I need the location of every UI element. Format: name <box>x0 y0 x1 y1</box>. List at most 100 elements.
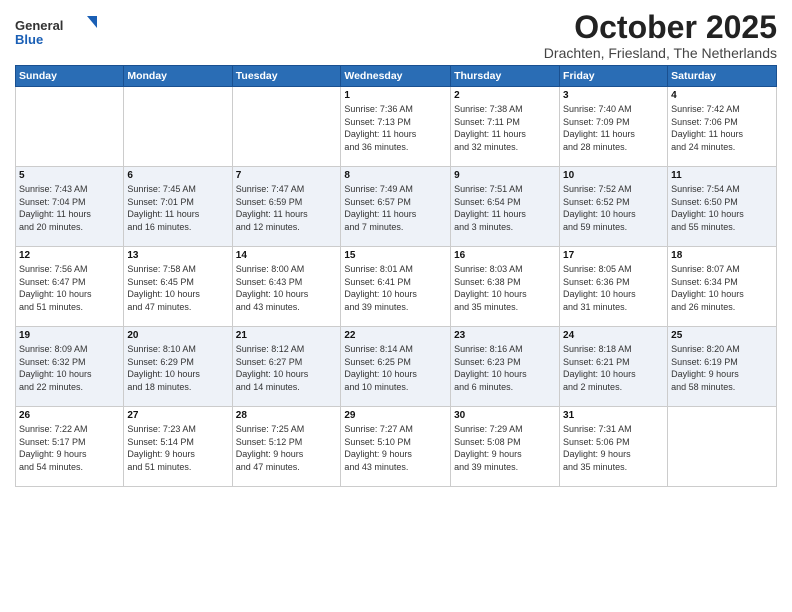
table-row: 20 Sunrise: 8:10 AM Sunset: 6:29 PM Dayli… <box>124 327 232 407</box>
day-number: 17 <box>563 250 664 261</box>
col-thursday: Thursday <box>451 66 560 87</box>
table-row: 11Sunrise: 7:54 AM Sunset: 6:50 PM Dayli… <box>668 167 777 247</box>
day-number: 16 <box>454 250 556 261</box>
col-friday: Friday <box>560 66 668 87</box>
table-row: 6Sunrise: 7:45 AM Sunset: 7:01 PM Daylig… <box>124 167 232 247</box>
day-info: Sunrise: 7:47 AM Sunset: 6:59 PM Dayligh… <box>236 183 338 233</box>
day-info: Sunrise: 7:51 AM Sunset: 6:54 PM Dayligh… <box>454 183 556 233</box>
table-row: 26Sunrise: 7:22 AM Sunset: 5:17 PM Dayli… <box>16 407 124 487</box>
day-info: Sunrise: 8:16 AM Sunset: 6:23 PM Dayligh… <box>454 343 556 393</box>
day-number: 31 <box>563 410 664 421</box>
table-row: 23 Sunrise: 8:16 AM Sunset: 6:23 PM Dayli… <box>451 327 560 407</box>
table-row: 15Sunrise: 8:01 AM Sunset: 6:41 PM Dayli… <box>341 247 451 327</box>
day-number: 10 <box>563 170 664 181</box>
day-info: Sunrise: 7:31 AM Sunset: 5:06 PM Dayligh… <box>563 423 664 473</box>
day-info: Sunrise: 7:45 AM Sunset: 7:01 PM Dayligh… <box>127 183 228 233</box>
day-number: 27 <box>127 410 228 421</box>
table-row <box>16 87 124 167</box>
month-title: October 2025 <box>544 10 777 45</box>
day-info: Sunrise: 7:38 AM Sunset: 7:11 PM Dayligh… <box>454 103 556 153</box>
day-number: 19 <box>19 330 120 341</box>
day-number: 23 <box>454 330 556 341</box>
table-row: 13 Sunrise: 7:58 AM Sunset: 6:45 PM Dayli… <box>124 247 232 327</box>
day-number: 26 <box>19 410 120 421</box>
table-row: 7 Sunrise: 7:47 AM Sunset: 6:59 PM Daylig… <box>232 167 341 247</box>
logo: General Blue <box>15 14 105 50</box>
table-row: 4Sunrise: 7:42 AM Sunset: 7:06 PM Daylig… <box>668 87 777 167</box>
day-info: Sunrise: 7:27 AM Sunset: 5:10 PM Dayligh… <box>344 423 447 473</box>
day-number: 18 <box>671 250 773 261</box>
day-number: 30 <box>454 410 556 421</box>
day-number: 21 <box>236 330 338 341</box>
table-row: 5 Sunrise: 7:43 AM Sunset: 7:04 PM Daylig… <box>16 167 124 247</box>
day-info: Sunrise: 8:14 AM Sunset: 6:25 PM Dayligh… <box>344 343 447 393</box>
table-row: 28Sunrise: 7:25 AM Sunset: 5:12 PM Dayli… <box>232 407 341 487</box>
calendar-week-row: 26Sunrise: 7:22 AM Sunset: 5:17 PM Dayli… <box>16 407 777 487</box>
day-number: 9 <box>454 170 556 181</box>
logo-svg: General Blue <box>15 14 105 50</box>
calendar-week-row: 5 Sunrise: 7:43 AM Sunset: 7:04 PM Daylig… <box>16 167 777 247</box>
day-info: Sunrise: 8:00 AM Sunset: 6:43 PM Dayligh… <box>236 263 338 313</box>
calendar-header-row: Sunday Monday Tuesday Wednesday Thursday… <box>16 66 777 87</box>
day-number: 22 <box>344 330 447 341</box>
table-row: 31 Sunrise: 7:31 AM Sunset: 5:06 PM Dayli… <box>560 407 668 487</box>
location: Drachten, Friesland, The Netherlands <box>544 45 777 61</box>
day-info: Sunrise: 7:23 AM Sunset: 5:14 PM Dayligh… <box>127 423 228 473</box>
day-info: Sunrise: 7:52 AM Sunset: 6:52 PM Dayligh… <box>563 183 664 233</box>
table-row <box>232 87 341 167</box>
day-info: Sunrise: 8:18 AM Sunset: 6:21 PM Dayligh… <box>563 343 664 393</box>
day-number: 12 <box>19 250 120 261</box>
day-number: 2 <box>454 90 556 101</box>
table-row: 24 Sunrise: 8:18 AM Sunset: 6:21 PM Dayli… <box>560 327 668 407</box>
day-number: 25 <box>671 330 773 341</box>
table-row: 22 Sunrise: 8:14 AM Sunset: 6:25 PM Dayli… <box>341 327 451 407</box>
table-row: 17 Sunrise: 8:05 AM Sunset: 6:36 PM Dayli… <box>560 247 668 327</box>
table-row: 3 Sunrise: 7:40 AM Sunset: 7:09 PM Daylig… <box>560 87 668 167</box>
day-info: Sunrise: 8:03 AM Sunset: 6:38 PM Dayligh… <box>454 263 556 313</box>
day-info: Sunrise: 7:42 AM Sunset: 7:06 PM Dayligh… <box>671 103 773 153</box>
svg-text:General: General <box>15 18 63 33</box>
day-info: Sunrise: 7:49 AM Sunset: 6:57 PM Dayligh… <box>344 183 447 233</box>
day-number: 11 <box>671 170 773 181</box>
day-info: Sunrise: 7:36 AM Sunset: 7:13 PM Dayligh… <box>344 103 447 153</box>
day-info: Sunrise: 8:12 AM Sunset: 6:27 PM Dayligh… <box>236 343 338 393</box>
day-info: Sunrise: 8:09 AM Sunset: 6:32 PM Dayligh… <box>19 343 120 393</box>
day-number: 8 <box>344 170 447 181</box>
day-number: 29 <box>344 410 447 421</box>
day-number: 14 <box>236 250 338 261</box>
day-info: Sunrise: 8:10 AM Sunset: 6:29 PM Dayligh… <box>127 343 228 393</box>
table-row: 29 Sunrise: 7:27 AM Sunset: 5:10 PM Dayli… <box>341 407 451 487</box>
table-row: 12 Sunrise: 7:56 AM Sunset: 6:47 PM Dayli… <box>16 247 124 327</box>
table-row: 9 Sunrise: 7:51 AM Sunset: 6:54 PM Daylig… <box>451 167 560 247</box>
table-row <box>124 87 232 167</box>
table-row: 14 Sunrise: 8:00 AM Sunset: 6:43 PM Dayli… <box>232 247 341 327</box>
day-number: 3 <box>563 90 664 101</box>
calendar-table: Sunday Monday Tuesday Wednesday Thursday… <box>15 65 777 487</box>
col-tuesday: Tuesday <box>232 66 341 87</box>
table-row <box>668 407 777 487</box>
day-info: Sunrise: 7:43 AM Sunset: 7:04 PM Dayligh… <box>19 183 120 233</box>
col-saturday: Saturday <box>668 66 777 87</box>
title-block: October 2025 Drachten, Friesland, The Ne… <box>544 10 777 61</box>
day-number: 13 <box>127 250 228 261</box>
day-info: Sunrise: 8:01 AM Sunset: 6:41 PM Dayligh… <box>344 263 447 313</box>
day-number: 5 <box>19 170 120 181</box>
day-info: Sunrise: 7:29 AM Sunset: 5:08 PM Dayligh… <box>454 423 556 473</box>
table-row: 18Sunrise: 8:07 AM Sunset: 6:34 PM Dayli… <box>668 247 777 327</box>
day-number: 1 <box>344 90 447 101</box>
day-info: Sunrise: 7:56 AM Sunset: 6:47 PM Dayligh… <box>19 263 120 313</box>
day-number: 20 <box>127 330 228 341</box>
table-row: 21 Sunrise: 8:12 AM Sunset: 6:27 PM Dayli… <box>232 327 341 407</box>
day-info: Sunrise: 8:05 AM Sunset: 6:36 PM Dayligh… <box>563 263 664 313</box>
col-monday: Monday <box>124 66 232 87</box>
day-info: Sunrise: 8:20 AM Sunset: 6:19 PM Dayligh… <box>671 343 773 393</box>
calendar-week-row: 1 Sunrise: 7:36 AM Sunset: 7:13 PM Daylig… <box>16 87 777 167</box>
day-info: Sunrise: 7:40 AM Sunset: 7:09 PM Dayligh… <box>563 103 664 153</box>
svg-text:Blue: Blue <box>15 32 43 47</box>
day-number: 7 <box>236 170 338 181</box>
col-wednesday: Wednesday <box>341 66 451 87</box>
day-number: 24 <box>563 330 664 341</box>
day-info: Sunrise: 7:58 AM Sunset: 6:45 PM Dayligh… <box>127 263 228 313</box>
table-row: 30 Sunrise: 7:29 AM Sunset: 5:08 PM Dayli… <box>451 407 560 487</box>
table-row: 16 Sunrise: 8:03 AM Sunset: 6:38 PM Dayli… <box>451 247 560 327</box>
